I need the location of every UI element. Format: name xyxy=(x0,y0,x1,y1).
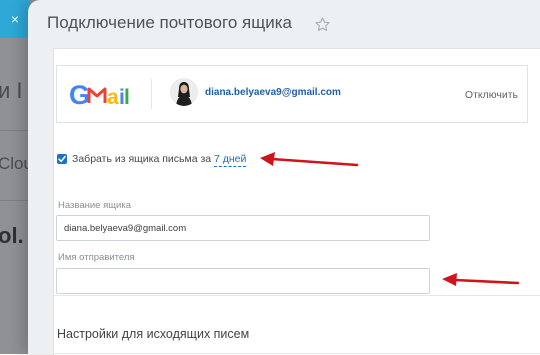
annotation-arrow-icon xyxy=(442,273,520,286)
logo-divider xyxy=(151,79,152,109)
svg-text:a: a xyxy=(107,86,119,108)
sender-name-label: Имя отправителя xyxy=(58,252,135,263)
account-email: diana.belyaeva9@gmail.com xyxy=(205,87,341,98)
avatar xyxy=(170,78,198,106)
panel-title: Подключение почтового ящика xyxy=(47,13,292,32)
close-panel-button[interactable]: × xyxy=(0,0,30,38)
mailbox-name-input[interactable] xyxy=(56,215,430,241)
close-icon: × xyxy=(10,11,20,27)
fetch-mail-checkbox[interactable] xyxy=(57,154,67,164)
svg-text:l: l xyxy=(124,86,130,108)
svg-text:G: G xyxy=(69,80,90,108)
user-photo-icon xyxy=(170,78,198,106)
mailbox-settings-card: G a i l diana.belyaeva9@gmail.com Отключ… xyxy=(53,48,540,355)
star-outline-icon[interactable] xyxy=(314,16,331,33)
background-text: и I xyxy=(0,78,23,103)
background-text: ol. xyxy=(0,223,24,248)
annotation-arrow-icon xyxy=(260,152,359,167)
connect-mailbox-panel: Подключение почтового ящика G a i l dian… xyxy=(28,0,540,355)
connected-account: G a i l diana.belyaeva9@gmail.com Отключ… xyxy=(56,65,528,123)
fetch-period-link[interactable]: 7 дней xyxy=(214,153,247,167)
fetch-mail-label: Забрать из ящика письма за xyxy=(72,153,212,165)
section-divider xyxy=(54,295,540,296)
disconnect-button[interactable]: Отключить xyxy=(465,89,518,101)
gmail-logo: G a i l xyxy=(69,80,130,108)
checkmark-icon xyxy=(58,155,66,163)
mailbox-name-label: Название ящика xyxy=(58,200,132,211)
sender-name-input[interactable] xyxy=(56,268,430,294)
outgoing-settings-title: Настройки для исходящих писем xyxy=(57,327,250,341)
